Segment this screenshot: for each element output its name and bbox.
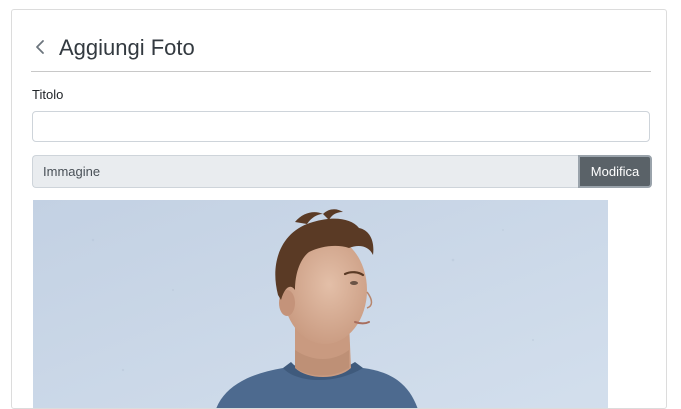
photo-preview <box>33 200 608 408</box>
card-header: Aggiungi Foto <box>31 32 651 72</box>
chevron-left-icon[interactable] <box>33 38 47 56</box>
title-field-label: Titolo <box>32 87 64 102</box>
edit-image-button[interactable]: Modifica <box>578 155 652 188</box>
form-card: Aggiungi Foto Titolo Immagine Modifica <box>11 9 667 409</box>
image-file-input[interactable]: Immagine Modifica <box>32 155 652 188</box>
title-input[interactable] <box>32 111 650 142</box>
page-title: Aggiungi Foto <box>59 35 195 60</box>
image-file-label[interactable]: Immagine <box>32 155 578 188</box>
